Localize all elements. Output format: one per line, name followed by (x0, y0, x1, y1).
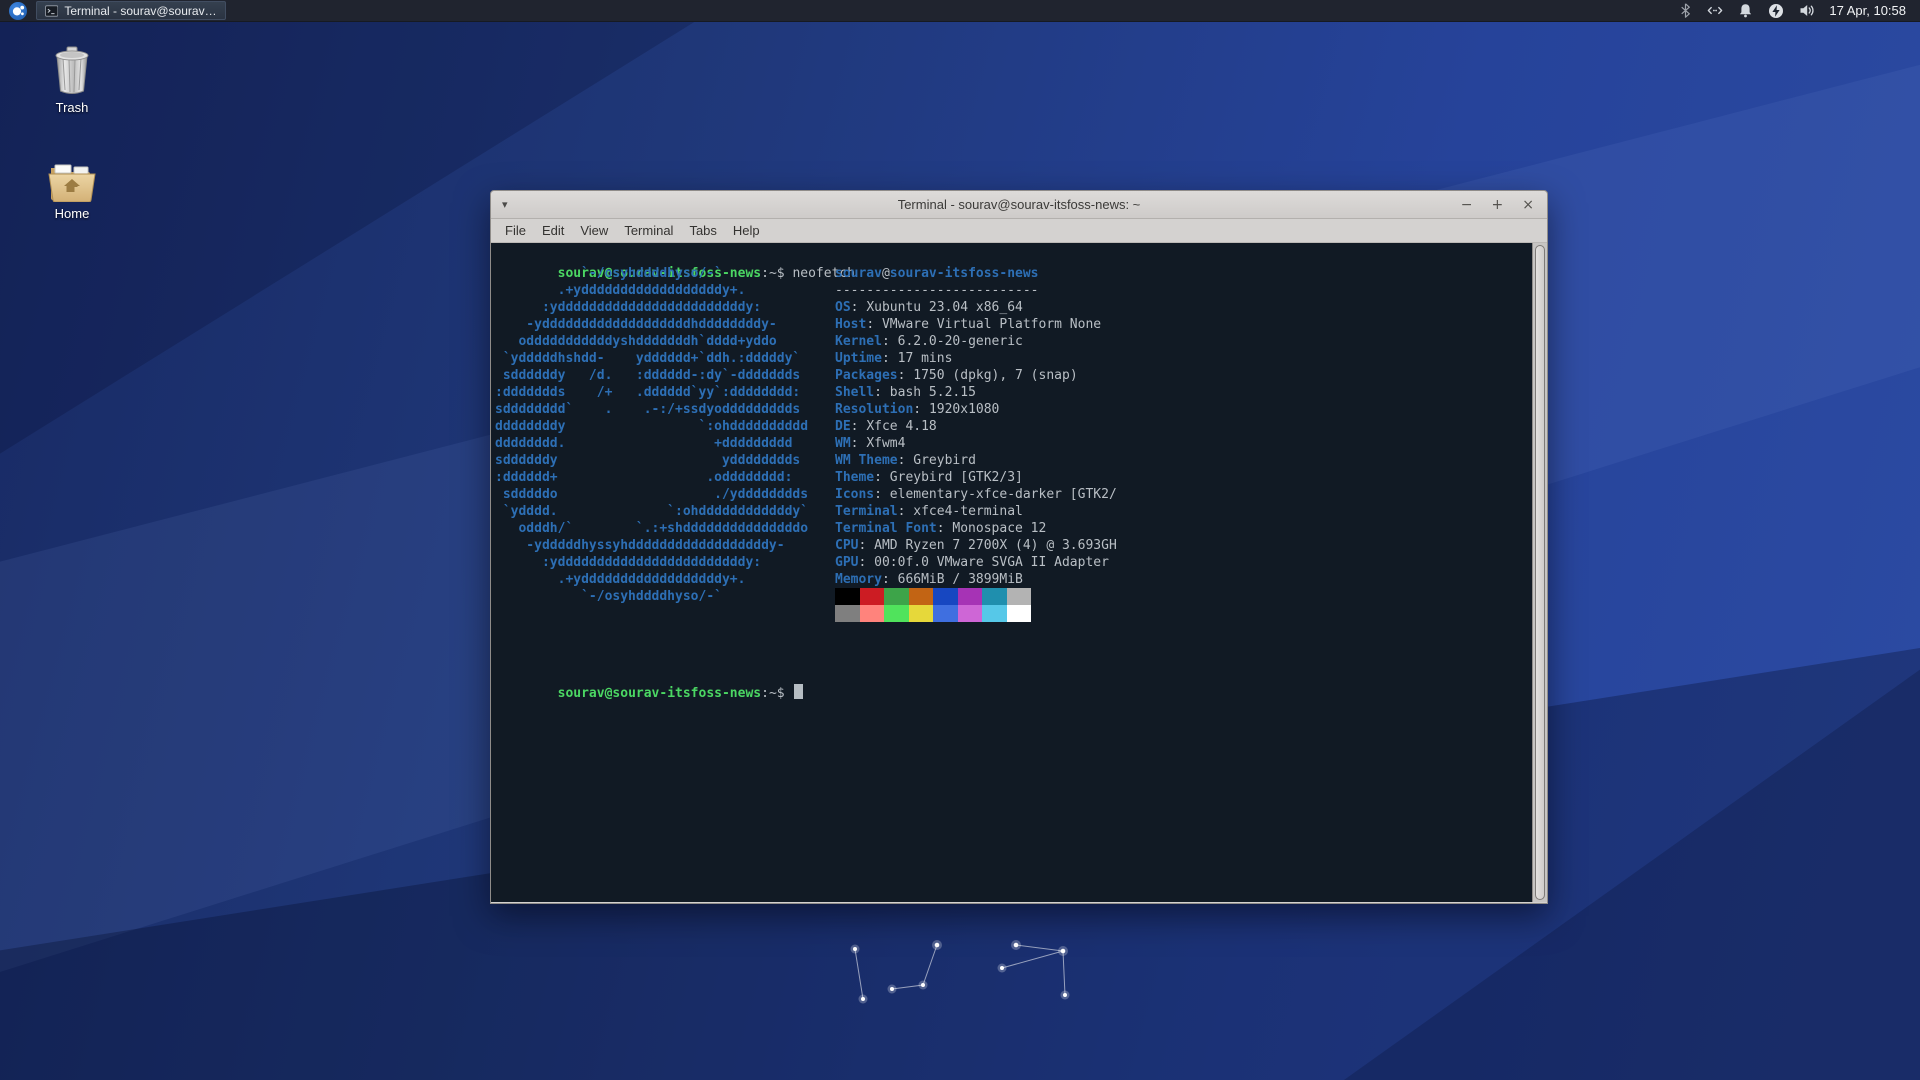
menu-item-terminal[interactable]: Terminal (616, 220, 681, 241)
window-menu-arrow-icon[interactable]: ▾ (502, 198, 508, 211)
terminal-cursor (794, 684, 804, 699)
wallpaper-constellations (850, 940, 1070, 1004)
palette-row-1 (835, 588, 1031, 605)
menu-item-file[interactable]: File (497, 220, 534, 241)
scrollbar[interactable] (1532, 243, 1547, 902)
neofetch-info-line: Theme: Greybird [GTK2/3] (835, 470, 1023, 485)
neofetch-info-line: Packages: 1750 (dpkg), 7 (snap) (835, 368, 1078, 383)
neofetch-info-line: GPU: 00:0f.0 VMware SVGA II Adapter (835, 555, 1109, 570)
palette-swatch (884, 588, 909, 605)
window-title: Terminal - sourav@sourav-itsfoss-news: ~ (897, 197, 1141, 212)
minimize-button[interactable]: − (1461, 198, 1473, 212)
panel-clock[interactable]: 17 Apr, 10:58 (1829, 3, 1906, 18)
menubar: File Edit View Terminal Tabs Help (491, 219, 1547, 243)
palette-swatch (1006, 588, 1031, 605)
maximize-button[interactable]: + (1492, 198, 1504, 212)
terminal-line-prompt: sourav@sourav-itsfoss-news:~$ (495, 667, 804, 719)
neofetch-header: sourav@sourav-itsfoss-news (835, 266, 1039, 281)
neofetch-info-line: Uptime: 17 mins (835, 351, 953, 366)
taskbar-button-title: Terminal - sourav@sourav-it... (64, 3, 217, 18)
neofetch-info-line: Kernel: 6.2.0-20-generic (835, 334, 1023, 349)
desktop-icon-label: Home (54, 206, 90, 221)
network-icon[interactable] (1707, 3, 1723, 18)
neofetch-info-line: Shell: bash 5.2.15 (835, 385, 976, 400)
volume-icon[interactable] (1799, 3, 1816, 18)
palette-swatch (957, 605, 982, 622)
palette-swatch (835, 588, 860, 605)
palette-swatch (933, 588, 958, 605)
scrollbar-thumb[interactable] (1535, 245, 1545, 900)
palette-swatch (908, 588, 933, 605)
neofetch-separator: -------------------------- (835, 283, 1039, 298)
power-manager-icon[interactable] (1768, 3, 1784, 19)
palette-swatch (1006, 605, 1031, 622)
neofetch-info-line: CPU: AMD Ryzen 7 2700X (4) @ 3.693GH (835, 538, 1117, 553)
desktop-icon-label: Trash (55, 100, 89, 115)
bluetooth-icon[interactable] (1679, 3, 1692, 18)
notifications-bell-icon[interactable] (1738, 3, 1753, 18)
prompt-user: sourav@sourav-itsfoss-news (557, 686, 762, 701)
terminal-window: ▾ Terminal - sourav@sourav-itsfoss-news:… (490, 190, 1548, 904)
neofetch-info-line: Terminal: xfce4-terminal (835, 504, 1023, 519)
system-tray (1679, 3, 1816, 19)
menu-item-edit[interactable]: Edit (534, 220, 572, 241)
neofetch-info: sourav@sourav-itsfoss-news -------------… (835, 265, 1117, 588)
neofetch-info-line: Memory: 666MiB / 3899MiB (835, 572, 1023, 587)
xubuntu-logo-icon (12, 5, 25, 15)
window-controls: − + × (1461, 198, 1534, 212)
palette-swatch (835, 605, 860, 622)
neofetch-info-line: Host: VMware Virtual Platform None (835, 317, 1102, 332)
home-folder-icon (48, 164, 96, 202)
neofetch-info-line: WM Theme: Greybird (835, 453, 976, 468)
palette-swatch (957, 588, 982, 605)
palette-swatch (859, 588, 884, 605)
neofetch-ascii-logo: `-/osyhddddhyso/-` .+ydddddddddddddddddd… (495, 266, 809, 604)
taskbar-button-terminal[interactable]: Terminal - sourav@sourav-it... (36, 1, 226, 20)
window-titlebar[interactable]: ▾ Terminal - sourav@sourav-itsfoss-news:… (491, 191, 1547, 219)
terminal-content[interactable]: sourav@sourav-itsfoss-news:~$ neofetch `… (491, 243, 1532, 902)
close-button[interactable]: × (1522, 198, 1534, 212)
top-panel: Terminal - sourav@sourav-it... 17 Apr, 1… (0, 0, 1920, 22)
menu-item-help[interactable]: Help (725, 220, 768, 241)
neofetch-info-line: Resolution: 1920x1080 (835, 402, 1000, 417)
palette-row-2 (835, 605, 1031, 622)
palette-swatch (933, 605, 958, 622)
palette-swatch (982, 588, 1007, 605)
desktop-icon-trash[interactable]: Trash (29, 46, 115, 115)
desktop-icon-home[interactable]: Home (29, 160, 115, 221)
menu-item-tabs[interactable]: Tabs (681, 220, 724, 241)
terminal-body: sourav@sourav-itsfoss-news:~$ neofetch `… (491, 243, 1547, 902)
prompt-tail: :~$ (761, 686, 785, 701)
palette-swatch (982, 605, 1007, 622)
palette-swatch (859, 605, 884, 622)
trash-icon (55, 46, 89, 94)
palette-swatch (884, 605, 909, 622)
neofetch-info-line: Icons: elementary-xfce-darker [GTK2/ (835, 487, 1117, 502)
neofetch-info-line: OS: Xubuntu 23.04 x86_64 (835, 300, 1023, 315)
palette-swatch (908, 605, 933, 622)
neofetch-info-line: DE: Xfce 4.18 (835, 419, 937, 434)
neofetch-info-line: WM: Xfwm4 (835, 436, 906, 451)
neofetch-color-palette (835, 588, 1031, 622)
neofetch-info-line: Terminal Font: Monospace 12 (835, 521, 1047, 536)
menu-item-view[interactable]: View (572, 220, 616, 241)
applications-menu-button[interactable] (9, 1, 27, 20)
terminal-icon (45, 4, 59, 17)
